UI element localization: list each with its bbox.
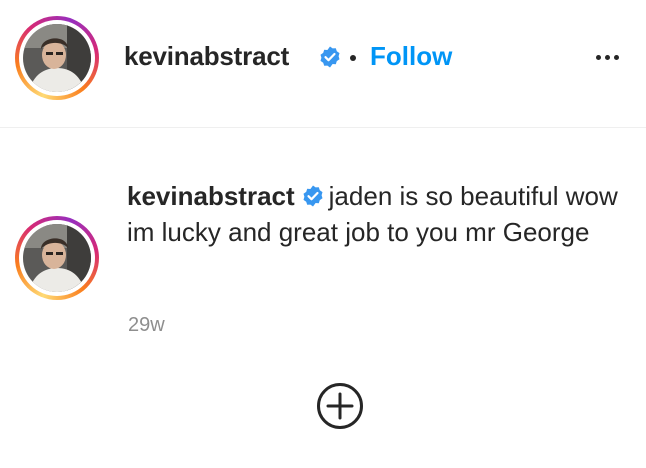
comment-body: kevinabstract jaden is so beautiful wow … [127,178,632,250]
comment-avatar-photo [23,224,91,292]
separator-dot [350,55,356,61]
comment-avatar[interactable] [15,216,99,300]
header-divider [0,127,646,128]
follow-button[interactable]: Follow [370,41,452,72]
post-header: kevinabstract Follow [0,0,646,128]
avatar-photo [23,24,91,92]
more-options-icon[interactable] [596,55,619,60]
post-username[interactable]: kevinabstract [124,41,289,72]
avatar[interactable] [15,16,99,100]
comment-username[interactable]: kevinabstract [127,181,295,211]
verified-badge-icon [303,185,323,207]
verified-badge-icon [320,46,340,68]
comment-timestamp[interactable]: 29w [128,314,165,337]
add-circle-icon[interactable] [316,382,364,430]
